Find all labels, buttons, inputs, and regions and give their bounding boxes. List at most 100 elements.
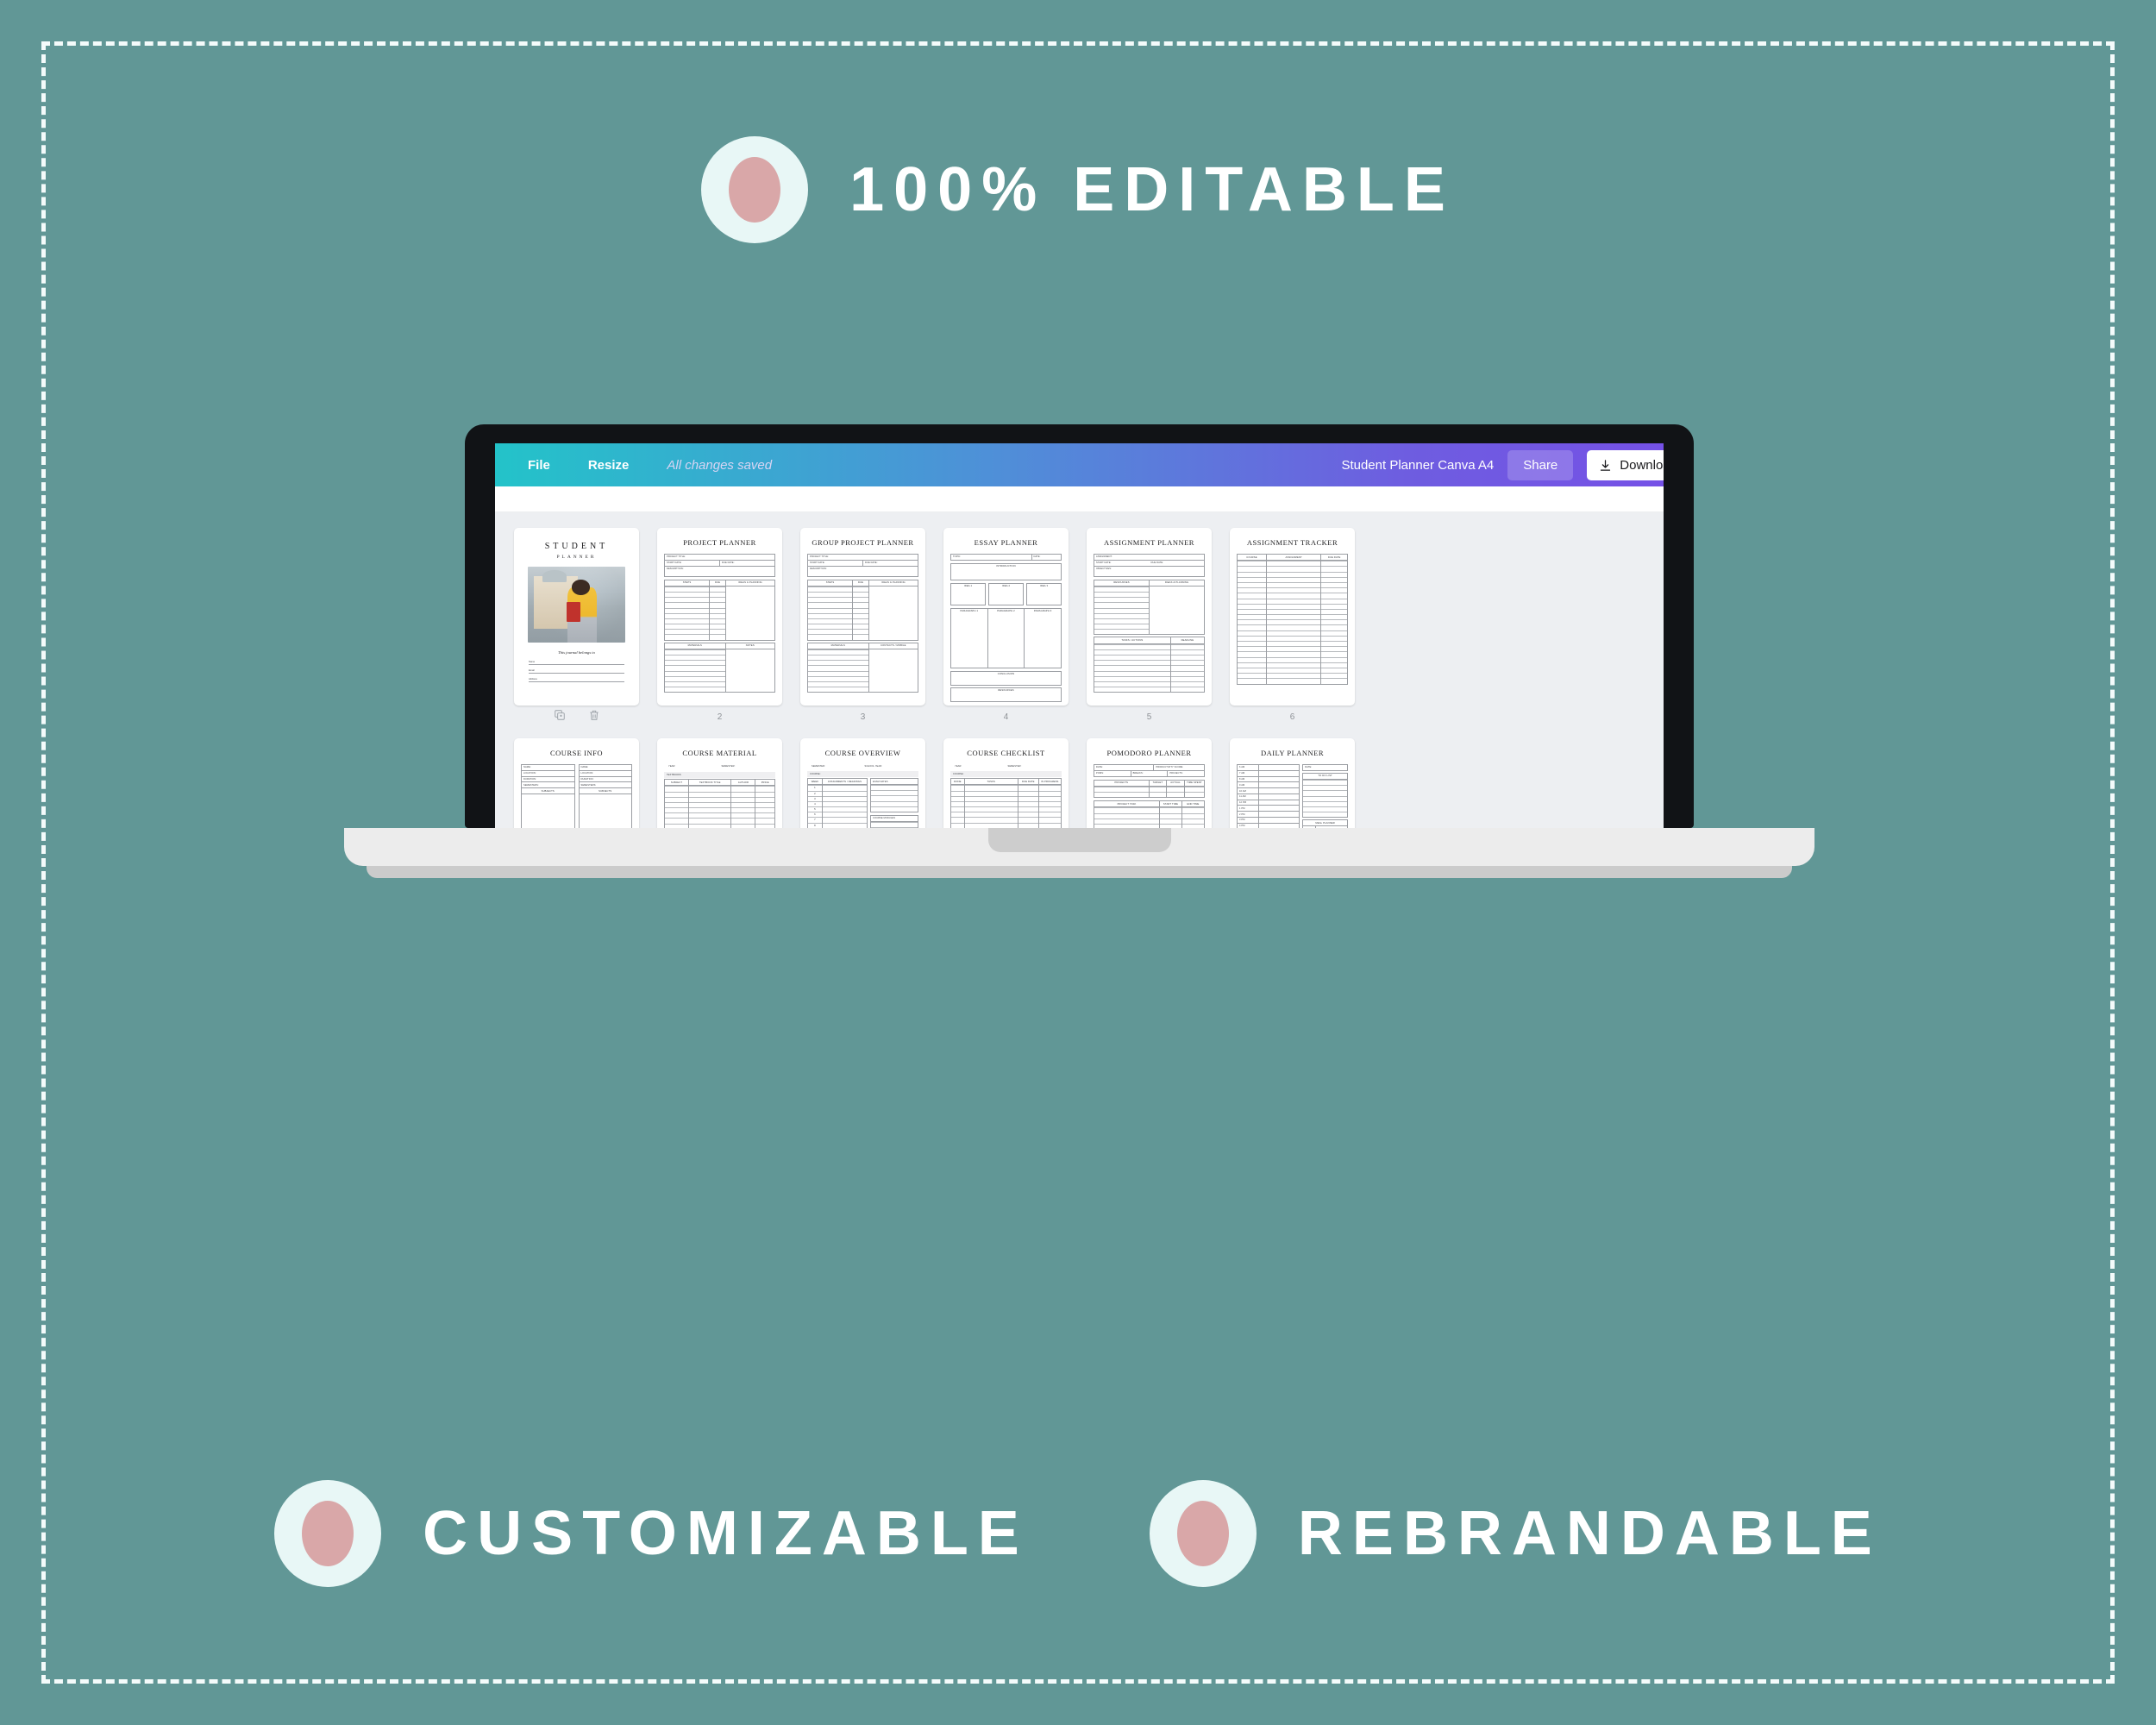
column-header: START TIME xyxy=(1160,801,1181,808)
page-cell[interactable]: GROUP PROJECT PLANNER PROJECT TITLE: STA… xyxy=(800,528,925,724)
course-modules-box: COURSE MODULES xyxy=(870,814,918,828)
laptop-trackpad-notch xyxy=(987,828,1171,852)
page-thumbnail-5[interactable]: ASSIGNMENT PLANNER ASSIGNMENT: START DAT… xyxy=(1087,528,1212,706)
column-header: MATERIALS xyxy=(665,643,725,649)
page-cell[interactable]: COURSE OVERVIEW SEMESTER: SCHOOL YEAR: C… xyxy=(800,738,925,828)
column-header: IN PROGRESS xyxy=(1038,779,1061,786)
column-header: COURSE xyxy=(1238,555,1266,561)
page-tools[interactable] xyxy=(514,709,639,721)
column-header: DUE DATE xyxy=(1018,779,1038,786)
meta-field: LOCATION: xyxy=(579,771,631,777)
intro-box: INTRODUCTION xyxy=(950,562,1062,580)
cover-fields: Name Email Address xyxy=(529,661,624,682)
table-caption: COURSE: xyxy=(950,770,1062,778)
meta-block: DATE: PRODUCTIVITY SCORE: POMS: BREAKS: … xyxy=(1094,764,1205,777)
steps-table: STEPS DUE IDEAS & PLANNING xyxy=(807,579,918,641)
column-header: IDEAS & PLANNING xyxy=(1150,580,1204,586)
column-header: IDEAS & PLANNING xyxy=(726,580,774,586)
page-thumbnail-4[interactable]: ESSAY PLANNER TOPIC: DATE: INTRODUCTION … xyxy=(943,528,1069,706)
meta-field: YEAR: xyxy=(668,765,676,768)
meta-field: NAME: xyxy=(579,765,631,771)
steps-table: STEPS DUE IDEAS & PLANNING xyxy=(664,579,775,641)
meta-field: PROJECT TITLE: xyxy=(665,555,774,561)
column-header: STEPS xyxy=(808,580,852,586)
page-cell[interactable]: DAILY PLANNER 6 AM 7 AM 8 AM 9 AM 10 AM … xyxy=(1230,738,1355,828)
share-button[interactable]: Share xyxy=(1507,449,1574,480)
page-cell[interactable]: COURSE MATERIAL YEAR: SEMESTER: TEXTBOOK… xyxy=(657,738,782,828)
laptop-mockup: File Resize All changes saved Student Pl… xyxy=(344,424,1814,878)
trash-icon[interactable] xyxy=(588,709,600,721)
meta-field: DUE DATE: xyxy=(1150,561,1164,565)
page-thumbnail-6[interactable]: ASSIGNMENT TRACKER COURSE ASSIGNMENT DUE… xyxy=(1230,528,1355,706)
meta-field: NAME: xyxy=(522,765,574,771)
page-cell[interactable]: ASSIGNMENT PLANNER ASSIGNMENT: START DAT… xyxy=(1087,528,1212,724)
meta-field: OBJECTIVES: xyxy=(1096,567,1112,570)
badge-customizable: CUSTOMIZABLE xyxy=(274,1480,1029,1587)
menu-file[interactable]: File xyxy=(528,458,550,473)
meta-field: SEMESTER: xyxy=(812,765,825,768)
page-cell[interactable]: STUDENT PLANNER This journal belongs to … xyxy=(514,528,639,724)
page-thumbnail-8[interactable]: COURSE MATERIAL YEAR: SEMESTER: TEXTBOOK… xyxy=(657,738,782,828)
page-cell[interactable]: PROJECT PLANNER PROJECT TITLE: START DAT… xyxy=(657,528,782,724)
page-thumbnail-1[interactable]: STUDENT PLANNER This journal belongs to … xyxy=(514,528,639,706)
textbooks-table: SUBJECT TEXTBOOK TITLE AUTHOR PRICE xyxy=(664,779,775,828)
laptop-base-top xyxy=(344,828,1814,866)
conclusion-box: CONCLUSION xyxy=(950,670,1062,686)
page-title: DAILY PLANNER xyxy=(1260,749,1325,757)
page-thumbnail-11[interactable]: POMODORO PLANNER DATE: PRODUCTIVITY SCOR… xyxy=(1087,738,1212,828)
page-thumbnail-9[interactable]: COURSE OVERVIEW SEMESTER: SCHOOL YEAR: C… xyxy=(800,738,925,828)
meta-field: POMS: xyxy=(1094,770,1131,776)
meta-field: DURATION: xyxy=(522,777,574,783)
column-header: MATERIALS xyxy=(808,643,868,649)
document-title[interactable]: Student Planner Canva A4 xyxy=(1341,458,1494,473)
cover-field: Address xyxy=(529,678,624,682)
column-header: TARGET xyxy=(1149,781,1167,787)
page-thumbnail-12[interactable]: DAILY PLANNER 6 AM 7 AM 8 AM 9 AM 10 AM … xyxy=(1230,738,1355,828)
checklist-table: DONE TASKS DUE DATE IN PROGRESS xyxy=(950,778,1062,828)
row-lines xyxy=(1266,561,1321,683)
page-title: COURSE CHECKLIST xyxy=(967,749,1045,757)
column-header: PROJECT TASK xyxy=(1094,801,1159,808)
page-cell[interactable]: COURSE CHECKLIST YEAR: SEMESTER: COURSE:… xyxy=(943,738,1069,828)
meta-field: SCHOOL YEAR: xyxy=(864,765,883,768)
page-number: 3 xyxy=(860,712,866,722)
page-cell[interactable]: POMODORO PLANNER DATE: PRODUCTIVITY SCOR… xyxy=(1087,738,1212,828)
column-header: PRICE xyxy=(755,780,774,787)
circle-icon xyxy=(701,136,809,243)
cover-field: Name xyxy=(529,661,624,665)
meta-field: PROJECT TITLE: xyxy=(808,555,918,561)
circle-icon xyxy=(274,1480,382,1587)
row-lines xyxy=(1321,561,1347,683)
meta-block: ASSIGNMENT: START DATE: DUE DATE: OBJECT… xyxy=(1094,554,1205,577)
course-info-column: NAME: LOCATION: DURATION: SEMESTERS: SUB… xyxy=(578,764,632,828)
column-header: DUE xyxy=(852,580,869,586)
page-cell[interactable]: COURSE INFO NAME: LOCATION: DURATION: SE… xyxy=(514,738,639,828)
duplicate-page-icon[interactable] xyxy=(554,709,566,721)
date-field: DATE: xyxy=(1302,764,1348,771)
page-grid[interactable]: STUDENT PLANNER This journal belongs to … xyxy=(495,512,1664,828)
page-thumbnail-3[interactable]: GROUP PROJECT PLANNER PROJECT TITLE: STA… xyxy=(800,528,925,706)
resources-table: RESOURCES IDEAS & PLANNING xyxy=(1094,579,1205,636)
column-header: AUTHOR xyxy=(731,780,755,787)
laptop-base-bottom xyxy=(366,866,1793,878)
page-cell[interactable]: ASSIGNMENT TRACKER COURSE ASSIGNMENT DUE… xyxy=(1230,528,1355,724)
course-info-columns: NAME: LOCATION: DURATION: SEMESTERS: SUB… xyxy=(521,764,632,828)
meta-field: ASSIGNMENT: xyxy=(1094,555,1204,561)
table-caption: COURSE: xyxy=(807,770,918,778)
overview-body: WEEK 1 2 3 4 5 6 7 8 ASSIGNMENTS / READI… xyxy=(807,778,918,828)
column-header: DUE DATE xyxy=(1321,555,1347,561)
page-thumbnail-2[interactable]: PROJECT PLANNER PROJECT TITLE: START DAT… xyxy=(657,528,782,706)
row-lines xyxy=(1094,643,1170,693)
page-thumbnail-7[interactable]: COURSE INFO NAME: LOCATION: DURATION: SE… xyxy=(514,738,639,828)
meta-field: DATE: xyxy=(1094,765,1155,770)
page-title: POMODORO PLANNER xyxy=(1106,749,1192,757)
menu-resize[interactable]: Resize xyxy=(588,458,630,473)
download-button[interactable]: Download xyxy=(1587,449,1664,480)
meta-field: START DATE: xyxy=(665,560,720,566)
page-cell[interactable]: ESSAY PLANNER TOPIC: DATE: INTRODUCTION … xyxy=(943,528,1069,724)
column-header: ASSIGNMENT xyxy=(1266,555,1321,561)
page-thumbnail-10[interactable]: COURSE CHECKLIST YEAR: SEMESTER: COURSE:… xyxy=(943,738,1069,828)
row-lines xyxy=(852,586,869,640)
meta-row: SEMESTER: SCHOOL YEAR: xyxy=(807,764,918,771)
row-lines xyxy=(808,586,852,640)
